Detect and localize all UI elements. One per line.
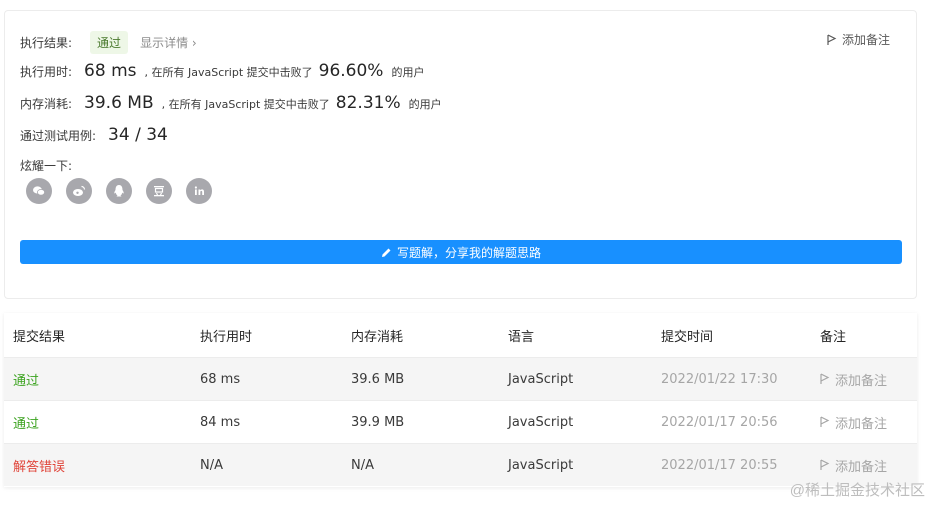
- memory-row: 内存消耗: 39.6 MB , 在所有 JavaScript 提交中击败了 82…: [20, 93, 442, 113]
- runtime-value: 68 ms: [84, 61, 137, 81]
- row-note-label: 添加备注: [835, 459, 888, 475]
- row-note-label: 添加备注: [835, 416, 888, 432]
- write-solution-button[interactable]: 写题解，分享我的解题思路: [20, 240, 902, 264]
- share-label: 炫耀一下:: [20, 159, 73, 173]
- memory-value: 39.6 MB: [84, 93, 154, 113]
- row-memory: 39.6 MB: [351, 371, 405, 387]
- row-result[interactable]: 通过: [13, 413, 39, 432]
- runtime-suffix: 的用户: [391, 66, 425, 79]
- row-memory: 39.9 MB: [351, 414, 405, 430]
- watermark: @稀土掘金技术社区: [789, 482, 925, 499]
- row-submitted: 2022/01/22 17:30: [661, 371, 778, 387]
- runtime-label: 执行用时:: [20, 65, 73, 79]
- submissions-table: 提交结果 执行用时 内存消耗 语言 提交时间 备注 通过 68 ms 39.6 …: [4, 313, 917, 487]
- runtime-percent: 96.60%: [318, 61, 384, 81]
- result-row: 执行结果: 通过 显示详情 ›: [20, 31, 197, 54]
- qq-icon[interactable]: [106, 178, 132, 204]
- runtime-text: , 在所有 JavaScript 提交中击败了: [144, 66, 313, 79]
- header-language: 语言: [508, 329, 535, 345]
- memory-text: , 在所有 JavaScript 提交中击败了: [161, 98, 330, 111]
- tests-label: 通过测试用例:: [20, 129, 97, 143]
- header-submitted: 提交时间: [661, 329, 714, 345]
- row-add-note-button[interactable]: 添加备注: [820, 456, 887, 475]
- table-row[interactable]: 解答错误 N/A N/A JavaScript 2022/01/17 20:55…: [4, 443, 917, 486]
- header-runtime: 执行用时: [200, 329, 253, 345]
- wechat-icon[interactable]: [26, 178, 52, 204]
- row-runtime: 68 ms: [200, 371, 241, 387]
- row-add-note-button[interactable]: 添加备注: [820, 370, 887, 389]
- share-icons: [26, 178, 212, 204]
- flag-icon: [827, 33, 837, 45]
- tests-value: 34 / 34: [108, 125, 168, 145]
- row-result[interactable]: 通过: [13, 370, 39, 389]
- memory-suffix: 的用户: [408, 98, 442, 111]
- write-solution-label: 写题解，分享我的解题思路: [396, 245, 541, 260]
- show-details-link[interactable]: 显示详情 ›: [140, 34, 197, 51]
- row-submitted: 2022/01/17 20:55: [661, 457, 778, 473]
- flag-icon: [820, 459, 830, 470]
- table-row[interactable]: 通过 84 ms 39.9 MB JavaScript 2022/01/17 2…: [4, 400, 917, 443]
- status-badge: 通过: [90, 31, 129, 54]
- add-note-label: 添加备注: [841, 33, 890, 47]
- flag-icon: [820, 373, 830, 384]
- weibo-icon[interactable]: [66, 178, 92, 204]
- table-row[interactable]: 通过 68 ms 39.6 MB JavaScript 2022/01/22 1…: [4, 357, 917, 400]
- flag-icon: [820, 416, 830, 427]
- tests-row: 通过测试用例: 34 / 34: [20, 125, 168, 145]
- row-add-note-button[interactable]: 添加备注: [820, 413, 887, 432]
- row-language: JavaScript: [508, 371, 574, 387]
- result-label: 执行结果:: [20, 36, 73, 50]
- runtime-row: 执行用时: 68 ms , 在所有 JavaScript 提交中击败了 96.6…: [20, 61, 424, 81]
- row-memory: N/A: [351, 457, 374, 473]
- row-language: JavaScript: [508, 457, 574, 473]
- row-runtime: 84 ms: [200, 414, 241, 430]
- row-note-label: 添加备注: [835, 373, 888, 389]
- douban-icon[interactable]: [146, 178, 172, 204]
- linkedin-icon[interactable]: [186, 178, 212, 204]
- row-language: JavaScript: [508, 414, 574, 430]
- table-header: 提交结果 执行用时 内存消耗 语言 提交时间 备注: [4, 313, 917, 357]
- header-note: 备注: [820, 329, 847, 345]
- pencil-icon: [381, 248, 391, 257]
- row-submitted: 2022/01/17 20:56: [661, 414, 778, 430]
- add-note-button[interactable]: 添加备注: [827, 31, 890, 48]
- share-row: 炫耀一下:: [20, 157, 72, 174]
- header-memory: 内存消耗: [351, 329, 404, 345]
- row-runtime: N/A: [200, 457, 223, 473]
- memory-percent: 82.31%: [335, 93, 401, 113]
- header-result: 提交结果: [13, 329, 66, 345]
- result-card: 执行结果: 通过 显示详情 › 添加备注 执行用时: 68 ms , 在所有 J…: [4, 10, 917, 299]
- memory-label: 内存消耗:: [20, 97, 73, 111]
- row-result[interactable]: 解答错误: [13, 456, 65, 475]
